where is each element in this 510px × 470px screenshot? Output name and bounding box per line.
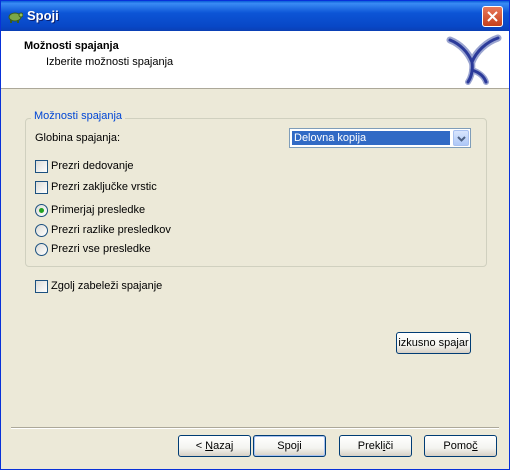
compare-whitespace-label[interactable]: Primerjaj presledke: [51, 204, 145, 216]
title-bar[interactable]: Spoji: [1, 1, 509, 31]
ignore-whitespace-changes-radio[interactable]: [35, 224, 48, 237]
close-button[interactable]: [482, 6, 503, 27]
test-merge-button[interactable]: izkusno spajar: [396, 332, 471, 354]
page-subtitle: Izberite možnosti spajanja: [46, 56, 174, 68]
merge-depth-select[interactable]: Delovna kopija: [289, 128, 471, 148]
merge-dialog-window: Spoji Možnosti spajanja Izberite možnost…: [0, 0, 510, 470]
ignore-eol-label[interactable]: Prezri zaključke vrstic: [51, 181, 157, 193]
ignore-whitespace-changes-label[interactable]: Prezri razlike presledkov: [51, 224, 171, 236]
merge-depth-label: Globina spajanja:: [35, 132, 121, 144]
close-icon: [487, 11, 498, 22]
ignore-ancestry-label[interactable]: Prezri dedovanje: [51, 160, 134, 172]
merge-options-legend: Možnosti spajanja: [31, 110, 126, 122]
tortoise-icon: [7, 8, 24, 24]
cancel-button[interactable]: Prekliči: [339, 435, 412, 457]
wizard-header: Možnosti spajanja Izberite možnosti spaj…: [1, 31, 509, 89]
record-only-label[interactable]: Zgolj zabeleži spajanje: [51, 280, 162, 292]
help-button[interactable]: Pomoč: [424, 435, 497, 457]
ignore-all-whitespace-radio[interactable]: [35, 243, 48, 256]
page-title: Možnosti spajanja: [24, 40, 119, 52]
ignore-ancestry-checkbox[interactable]: [35, 160, 48, 173]
back-button[interactable]: < Nazaj: [178, 435, 251, 457]
chevron-down-icon: [457, 136, 466, 142]
compare-whitespace-radio[interactable]: [35, 204, 48, 217]
ignore-eol-checkbox[interactable]: [35, 181, 48, 194]
radio-selected-dot: [39, 208, 44, 213]
merge-depth-dropdown-button[interactable]: [453, 130, 469, 146]
window-title: Spoji: [27, 8, 59, 23]
merge-depth-value: Delovna kopija: [292, 131, 450, 145]
merge-button[interactable]: Spoji: [253, 435, 326, 457]
footer-separator: [11, 427, 499, 429]
ignore-all-whitespace-label[interactable]: Prezri vse presledke: [51, 243, 151, 255]
record-only-checkbox[interactable]: [35, 280, 48, 293]
tortoise-svn-logo-icon: [446, 34, 502, 86]
